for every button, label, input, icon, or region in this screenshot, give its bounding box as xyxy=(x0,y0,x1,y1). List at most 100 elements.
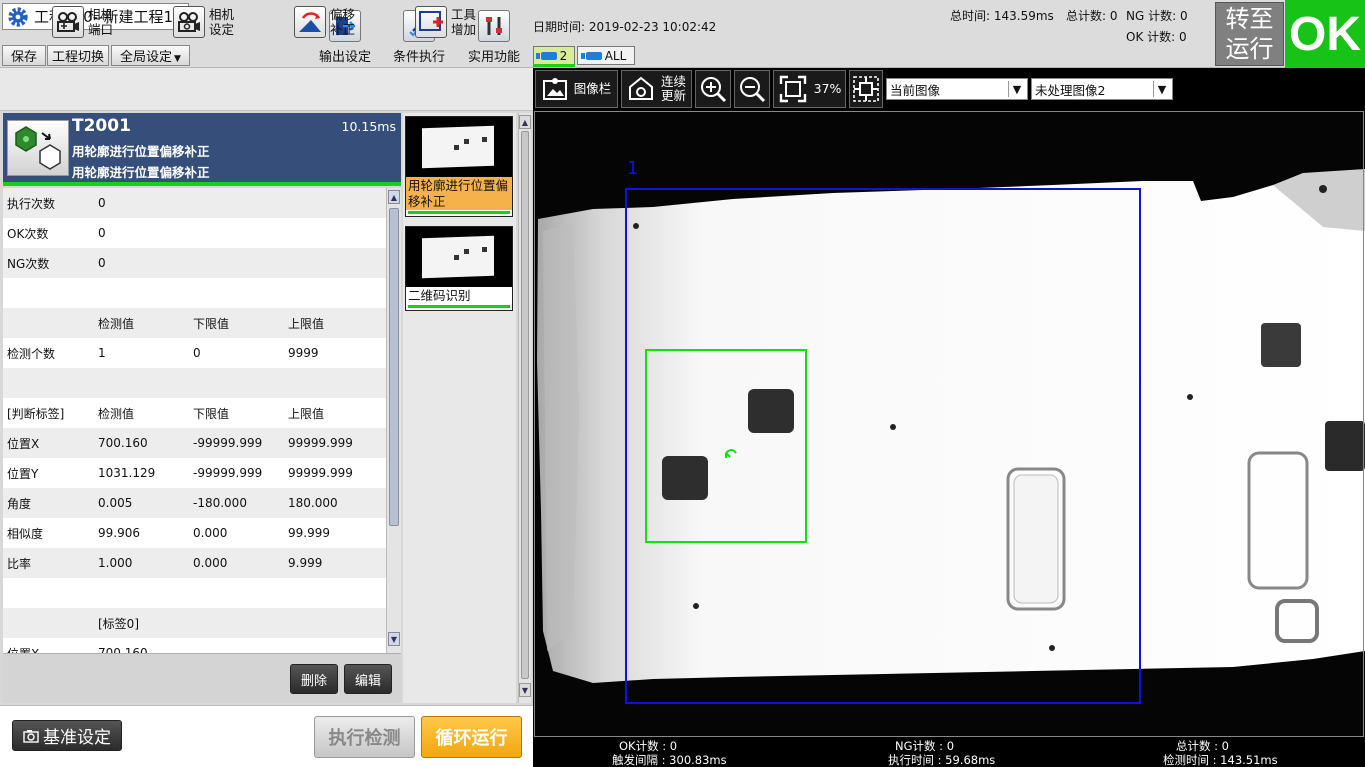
tool-actions: 删除 编辑 xyxy=(3,653,401,703)
region-select-button[interactable] xyxy=(849,70,883,108)
table-row[interactable] xyxy=(3,578,386,608)
offset-correction-label-1: 偏移 xyxy=(330,7,356,22)
camera-port-button[interactable]: 相机 端口 xyxy=(52,4,113,40)
camera-settings-icon xyxy=(173,6,205,38)
continuous-update-label-1: 连续 xyxy=(660,74,686,89)
tool-header: T2001 10.15ms 用轮廓进行位置偏移补正 用轮廓进行位置偏移补正 xyxy=(3,113,401,182)
table-cell: 0 xyxy=(98,226,106,240)
fit-zoom-button[interactable]: 37% xyxy=(773,70,846,108)
table-cell: 上限值 xyxy=(288,316,325,331)
table-cell: 角度 xyxy=(7,496,32,511)
camera-icon xyxy=(580,51,602,60)
parameter-scrollbar[interactable]: ▲ ▼ xyxy=(386,188,401,653)
table-cell: -99999.999 xyxy=(193,466,263,480)
thumbnail-scrollbar[interactable]: ▲ ▼ xyxy=(518,113,531,703)
table-cell: 180.000 xyxy=(288,496,338,510)
thumbnail-status-bar xyxy=(408,211,510,214)
save-button[interactable]: 保存 xyxy=(2,45,46,66)
table-row[interactable]: OK次数 0 xyxy=(3,218,386,248)
loop-run-button[interactable]: 循环运行 xyxy=(421,716,522,758)
image-source-select[interactable]: 未处理图像2 ▼ xyxy=(1031,78,1173,100)
scroll-up-icon[interactable]: ▲ xyxy=(519,115,531,129)
switch-project-button[interactable]: 工程切换 xyxy=(47,45,109,66)
switch-to-run-button[interactable]: 转至 运行 xyxy=(1215,2,1284,66)
tool-add-label-2: 增加 xyxy=(451,22,477,37)
image-bar-label: 图像栏 xyxy=(573,81,612,96)
scroll-thumb[interactable] xyxy=(521,131,529,679)
camera-all-button[interactable]: ALL xyxy=(577,46,635,65)
thumbnail-label: 用轮廓进行位置偏移补正 xyxy=(406,177,512,210)
scroll-down-icon[interactable]: ▼ xyxy=(519,683,531,697)
status-trigger-interval: 触发间隔 : 300.83ms xyxy=(612,753,727,767)
scroll-thumb[interactable] xyxy=(389,208,399,526)
region-label: 1 xyxy=(627,158,639,179)
table-cell: 700.160 xyxy=(98,436,148,450)
tool-thumbnail-list: 用轮廓进行位置偏移补正 二维码识别 xyxy=(403,113,516,703)
thumbnail-status-bar xyxy=(408,305,510,308)
table-row[interactable]: NG次数 0 xyxy=(3,248,386,278)
offset-correction-button[interactable]: 偏移 补正 xyxy=(294,4,355,40)
table-cell: 99.999 xyxy=(288,526,330,540)
table-row[interactable]: 角度 0.005 -180.000 180.000 xyxy=(3,488,386,518)
table-row[interactable]: [标签0] xyxy=(3,608,386,638)
output-settings-label: 输出设定 xyxy=(318,50,371,65)
global-settings-button[interactable]: 全局设定 ▼ xyxy=(111,45,190,66)
table-row[interactable]: 比率 1.000 0.000 9.999 xyxy=(3,548,386,578)
contour-tool-icon xyxy=(7,120,69,176)
edit-button[interactable]: 编辑 xyxy=(344,664,392,694)
offset-correction-label-2: 补正 xyxy=(330,22,356,37)
status-exec-time: 执行时间 : 59.68ms xyxy=(888,753,996,767)
camera-image xyxy=(533,111,1365,737)
table-row[interactable]: 位置X 700.160 -99999.999 99999.999 xyxy=(3,428,386,458)
tool-add-label-1: 工具 xyxy=(451,7,477,22)
table-cell: [判断标签] xyxy=(7,406,65,421)
chevron-down-icon: ▼ xyxy=(174,53,181,64)
scroll-down-icon[interactable]: ▼ xyxy=(388,632,400,646)
camera-settings-button[interactable]: 相机 设定 xyxy=(173,4,234,40)
parameter-table[interactable]: 执行次数 0 OK次数 0 NG次数 0 检测值 下限值 上限值 检测个数 1 0 9999 [判断标签]… xyxy=(3,188,386,653)
camera-icon xyxy=(52,6,84,38)
image-source-value: 未处理图像2 xyxy=(1035,82,1106,98)
camera-2-button[interactable]: 2 xyxy=(533,46,575,65)
image-view[interactable]: 1 xyxy=(533,111,1365,737)
add-tool-icon xyxy=(415,6,447,38)
table-row[interactable]: 位置X700.160 xyxy=(3,638,386,653)
ng-count: NG 计数: 0 xyxy=(1126,9,1188,23)
table-row[interactable]: 位置Y 1031.129 -99999.999 99999.999 xyxy=(3,458,386,488)
base-settings-button[interactable]: 基准设定 xyxy=(12,720,122,751)
table-row[interactable]: 检测值 下限值 上限值 xyxy=(3,308,386,338)
total-count: 总计数: 0 xyxy=(1066,9,1118,23)
camera-all-label: ALL xyxy=(604,48,627,63)
zoom-out-icon xyxy=(740,77,766,103)
image-bar-button[interactable]: 图像栏 xyxy=(535,70,618,108)
table-cell: 9999 xyxy=(288,346,319,360)
table-cell: 上限值 xyxy=(288,406,325,421)
zoom-in-button[interactable] xyxy=(695,70,731,108)
table-row[interactable]: 检测个数 1 0 9999 xyxy=(3,338,386,368)
table-row[interactable]: 执行次数 0 xyxy=(3,188,386,218)
execute-detection-button[interactable]: 执行检测 xyxy=(314,716,415,758)
chevron-down-icon: ▼ xyxy=(1008,81,1025,97)
tool-thumbnail-1[interactable]: 用轮廓进行位置偏移补正 xyxy=(405,116,513,217)
table-row[interactable]: 相似度 99.906 0.000 99.999 xyxy=(3,518,386,548)
table-cell: 下限值 xyxy=(193,316,230,331)
delete-button[interactable]: 删除 xyxy=(290,664,338,694)
ok-count: OK 计数: 0 xyxy=(1126,30,1187,44)
scroll-up-icon[interactable]: ▲ xyxy=(388,190,400,204)
camera-settings-label-2: 设定 xyxy=(209,22,235,37)
table-cell: 位置X xyxy=(7,436,40,451)
table-row[interactable] xyxy=(3,278,386,308)
current-image-select[interactable]: 当前图像 ▼ xyxy=(886,78,1028,100)
status-detect-time: 检测时间 : 143.51ms xyxy=(1163,753,1278,767)
camera-port-label-1: 相机 xyxy=(88,7,114,22)
continuous-update-button[interactable]: 连续 更新 xyxy=(621,70,692,108)
table-cell: 99999.999 xyxy=(288,466,353,480)
tool-thumbnail-2[interactable]: 二维码识别 xyxy=(405,226,513,311)
table-row[interactable]: [判断标签] 检测值 下限值 上限值 xyxy=(3,398,386,428)
table-cell: 检测个数 xyxy=(7,346,56,361)
zoom-out-button[interactable] xyxy=(734,70,770,108)
tool-add-button[interactable]: 工具 增加 xyxy=(415,4,476,40)
table-cell: 0 xyxy=(98,256,106,270)
table-cell: 9.999 xyxy=(288,556,323,570)
table-row[interactable] xyxy=(3,368,386,398)
